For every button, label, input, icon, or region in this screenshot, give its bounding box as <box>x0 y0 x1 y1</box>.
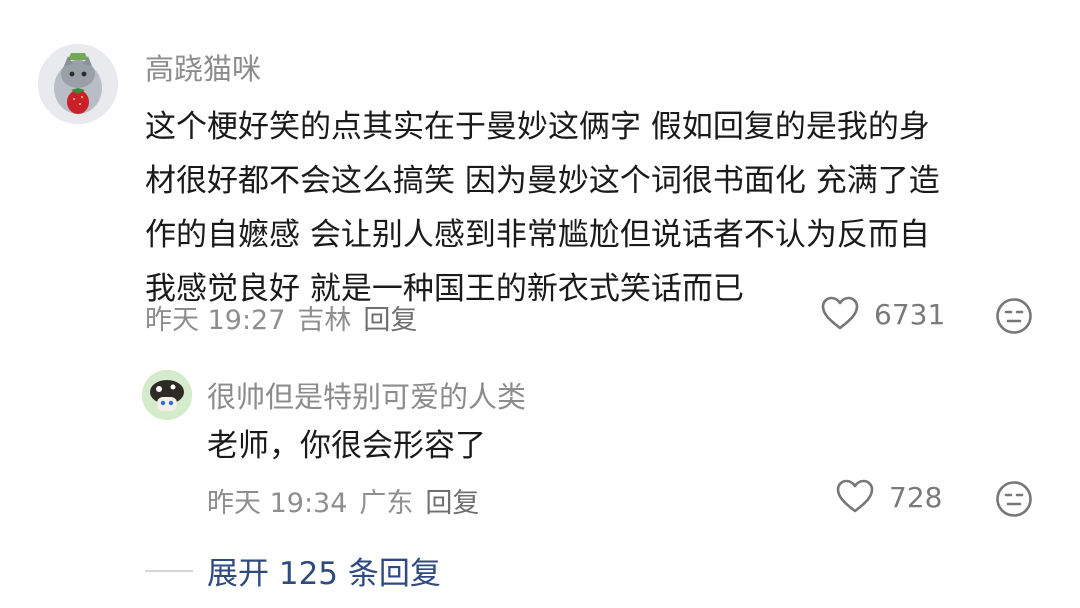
dislike-emoji-icon[interactable] <box>995 480 1033 518</box>
like-count: 6731 <box>874 297 946 331</box>
reply-meta: 昨天 19:34 广东 回复 <box>207 481 479 520</box>
comment-content: 这个梗好笑的点其实在于曼妙这俩字 假如回复的是我的身 材很好都不会这么搞笑 因为… <box>145 100 1045 316</box>
reply-button[interactable]: 回复 <box>363 298 417 337</box>
reply-line: 老师，你很会形容了 <box>207 428 486 464</box>
reply-author[interactable]: 很帅但是特别可爱的人类 <box>207 374 526 416</box>
comment-meta: 昨天 19:27 吉林 回复 <box>145 298 417 337</box>
cat-avatar-icon <box>38 44 118 124</box>
mushroom-avatar-icon <box>142 370 192 420</box>
reply-location: 广东 <box>359 488 414 519</box>
avatar[interactable] <box>38 44 118 124</box>
reply-time: 昨天 19:34 <box>207 488 348 519</box>
comment-main: 高跷猫咪 这个梗好笑的点其实在于曼妙这俩字 假如回复的是我的身 材很好都不会这么… <box>0 0 1080 340</box>
comment-line: 材很好都不会这么搞笑 因为曼妙这个词很书面化 充满了造 <box>145 163 940 199</box>
reply-actions: 728 <box>835 477 942 517</box>
divider-line <box>145 569 193 572</box>
avatar[interactable] <box>142 370 192 420</box>
expand-replies-label: 展开 125 条回复 <box>207 556 441 592</box>
heart-icon[interactable] <box>820 294 860 334</box>
reply-content: 老师，你很会形容了 <box>207 422 1027 470</box>
comment-reply: 很帅但是特别可爱的人类 老师，你很会形容了 昨天 19:34 广东 回复 728 <box>0 360 1080 530</box>
like-count: 728 <box>889 480 943 514</box>
comment-line: 这个梗好笑的点其实在于曼妙这俩字 假如回复的是我的身 <box>145 109 930 145</box>
comment-time: 昨天 19:27 <box>145 305 286 336</box>
comment-author[interactable]: 高跷猫咪 <box>145 46 261 88</box>
reply-button[interactable]: 回复 <box>425 481 479 520</box>
heart-icon[interactable] <box>835 477 875 517</box>
expand-replies-link[interactable]: 展开 125 条回复 <box>145 548 441 593</box>
comment-actions: 6731 <box>820 294 945 334</box>
dislike-emoji-icon[interactable] <box>995 297 1033 335</box>
comment-location: 吉林 <box>297 305 352 336</box>
comment-line: 作的自嬷感 会让别人感到非常尴尬但说话者不认为反而自 <box>145 217 930 253</box>
